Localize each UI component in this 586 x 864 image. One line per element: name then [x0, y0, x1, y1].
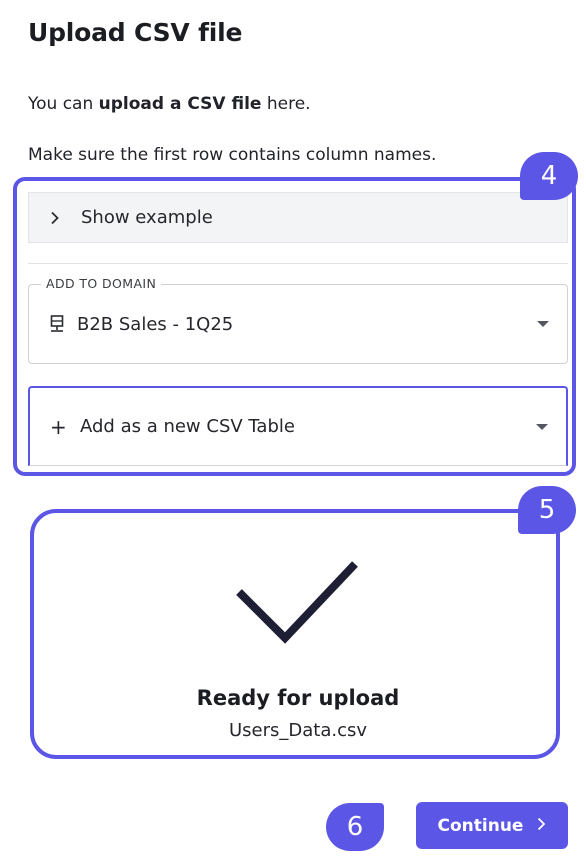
divider	[28, 263, 568, 264]
intro-bold: upload a CSV file	[98, 94, 262, 114]
callout-badge-4: 4	[520, 152, 578, 200]
show-example-toggle[interactable]: Show example	[28, 192, 568, 243]
table-select-value: Add as a new CSV Table	[80, 416, 295, 437]
upload-filename: Users_Data.csv	[228, 720, 368, 741]
intro-suffix: here.	[261, 94, 311, 114]
table-select[interactable]: + Add as a new CSV Table	[28, 386, 568, 466]
intro-note: Make sure the first row contains column …	[28, 145, 437, 165]
chevron-right-icon	[43, 211, 67, 225]
intro-text: You can upload a CSV file here.	[28, 94, 311, 114]
callout-badge-5: 5	[518, 486, 576, 534]
upload-status-title: Ready for upload	[196, 686, 400, 710]
domain-select-value: B2B Sales - 1Q25	[77, 313, 234, 335]
domain-select[interactable]: ADD TO DOMAIN B2B Sales - 1Q25	[28, 276, 568, 364]
upload-csv-page: Upload CSV file You can upload a CSV fil…	[0, 0, 586, 864]
continue-label: Continue	[437, 815, 524, 836]
intro-prefix: You can	[28, 94, 99, 114]
chevron-down-icon	[536, 423, 548, 430]
checkmark-icon	[236, 561, 358, 644]
page-title: Upload CSV file	[28, 18, 243, 47]
chevron-down-icon	[537, 321, 549, 327]
server-icon	[47, 315, 67, 333]
continue-button[interactable]: Continue	[416, 802, 568, 849]
domain-select-label: ADD TO DOMAIN	[41, 276, 162, 291]
callout-badge-6: 6	[326, 803, 384, 851]
show-example-label: Show example	[81, 207, 213, 228]
chevron-right-icon	[537, 816, 546, 836]
plus-icon: +	[50, 414, 67, 439]
